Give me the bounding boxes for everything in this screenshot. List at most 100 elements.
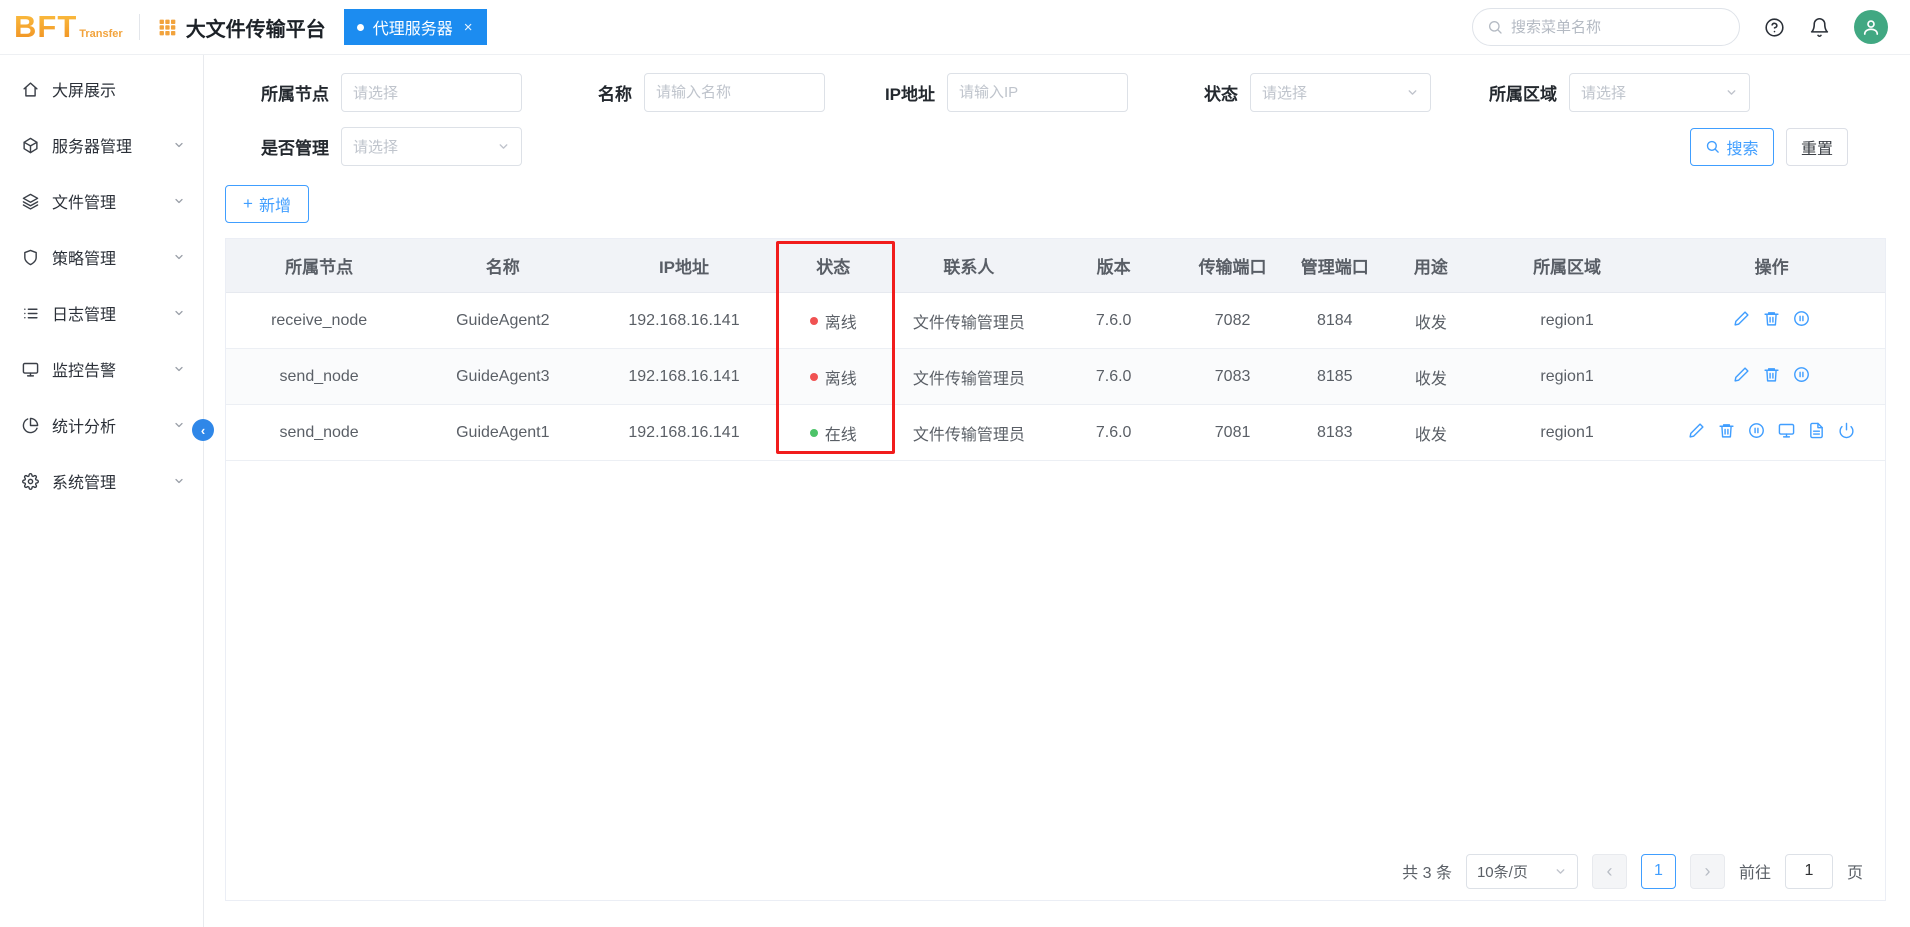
- filter-ip-input[interactable]: [959, 84, 1116, 101]
- top-bar: BFT Transfer 大文件传输平台 代理服务器 ×: [0, 0, 1910, 55]
- filter-ip-field[interactable]: [947, 73, 1128, 112]
- notification-bell-icon[interactable]: [1809, 17, 1830, 38]
- filter-name-field[interactable]: [644, 73, 825, 112]
- chevron-down-icon: [1554, 865, 1567, 878]
- sidebar: 大屏展示 服务器管理 文件管理 策略管理 日志管理 监控告警 统计分析 系统管理…: [0, 55, 214, 927]
- shield-icon: [22, 249, 39, 266]
- sidebar-item-label: 系统管理: [52, 475, 117, 492]
- status-badge: 在线: [824, 426, 857, 444]
- edit-icon[interactable]: [1733, 310, 1750, 327]
- pause-icon[interactable]: [1793, 310, 1810, 327]
- cell-node: receive_node: [226, 292, 413, 349]
- goto-page-input[interactable]: [1784, 853, 1833, 889]
- sidebar-item-dashboard[interactable]: 大屏展示: [0, 61, 203, 117]
- chevron-down-icon: [173, 251, 185, 263]
- delete-icon[interactable]: [1763, 310, 1780, 327]
- filter-node-select[interactable]: 请选择: [341, 73, 522, 112]
- filter-node-label: 所属节点: [261, 85, 329, 104]
- page-size-select[interactable]: 10条/页: [1465, 853, 1578, 889]
- cell-actions: [1658, 404, 1885, 461]
- tab-close-icon[interactable]: ×: [462, 19, 475, 36]
- chevron-right-icon: ›: [1704, 860, 1711, 881]
- delete-icon[interactable]: [1763, 366, 1780, 383]
- power-icon[interactable]: [1838, 422, 1855, 439]
- sidebar-item-policy-management[interactable]: 策略管理: [0, 229, 203, 285]
- current-page-button[interactable]: 1: [1640, 853, 1676, 889]
- col-actions: 操作: [1658, 239, 1885, 293]
- table-row: send_node GuideAgent3 192.168.16.141 离线 …: [226, 348, 1885, 405]
- cell-region: region1: [1475, 404, 1659, 461]
- logo-text: BFT: [14, 9, 78, 44]
- cell-manage-port: 8185: [1283, 348, 1386, 405]
- main-content: 所属节点 请选择 名称 IP地址 状态 请选择: [204, 55, 1910, 927]
- sidebar-item-label: 策略管理: [52, 251, 117, 268]
- cell-contact: 文件传输管理员: [891, 404, 1046, 461]
- col-status: 状态: [774, 239, 892, 293]
- logo-subtext: Transfer: [79, 28, 123, 40]
- plus-icon: +: [243, 194, 253, 213]
- reset-button[interactable]: 重置: [1786, 127, 1848, 166]
- edit-icon[interactable]: [1733, 366, 1750, 383]
- help-icon[interactable]: [1764, 17, 1785, 38]
- col-contact: 联系人: [891, 239, 1046, 293]
- col-name: 名称: [412, 239, 594, 293]
- status-dot-online: [809, 428, 818, 437]
- search-button[interactable]: 搜索: [1690, 127, 1774, 166]
- cell-status: 在线: [774, 404, 892, 461]
- sidebar-collapse-button[interactable]: ‹: [192, 419, 214, 441]
- chevron-down-icon: [173, 475, 185, 487]
- cell-status: 离线: [774, 292, 892, 349]
- col-manage-port: 管理端口: [1283, 239, 1386, 293]
- sidebar-item-log-management[interactable]: 日志管理: [0, 285, 203, 341]
- server-box-icon: [22, 137, 39, 154]
- pause-icon[interactable]: [1793, 366, 1810, 383]
- chevron-down-icon: [173, 195, 185, 207]
- sidebar-item-file-management[interactable]: 文件管理: [0, 173, 203, 229]
- sidebar-item-statistics[interactable]: 统计分析: [0, 397, 203, 453]
- log-file-icon[interactable]: [1808, 422, 1825, 439]
- pause-icon[interactable]: [1748, 422, 1765, 439]
- cell-name: GuideAgent3: [412, 348, 594, 405]
- filter-region-select[interactable]: 请选择: [1569, 73, 1750, 112]
- col-region: 所属区域: [1475, 239, 1659, 293]
- tab-proxy-server[interactable]: 代理服务器 ×: [343, 9, 488, 45]
- sidebar-item-label: 监控告警: [52, 363, 117, 380]
- cell-transfer-port: 7081: [1181, 404, 1284, 461]
- prev-page-button[interactable]: ‹: [1591, 853, 1627, 889]
- cell-version: 7.6.0: [1045, 404, 1182, 461]
- tab-label: 代理服务器: [372, 21, 453, 38]
- next-page-button[interactable]: ›: [1689, 853, 1725, 889]
- sidebar-item-label: 文件管理: [52, 195, 117, 212]
- filter-name-input[interactable]: [656, 84, 813, 101]
- sidebar-item-server-management[interactable]: 服务器管理: [0, 117, 203, 173]
- cell-usage: 收发: [1385, 292, 1476, 349]
- cell-transfer-port: 7082: [1181, 292, 1284, 349]
- cell-node: send_node: [226, 348, 413, 405]
- col-usage: 用途: [1385, 239, 1476, 293]
- add-button[interactable]: + 新增: [225, 185, 309, 223]
- sidebar-item-label: 服务器管理: [52, 139, 133, 156]
- cell-contact: 文件传输管理员: [891, 348, 1046, 405]
- filter-managed-select[interactable]: 请选择: [341, 127, 522, 166]
- pie-chart-icon: [22, 417, 39, 434]
- goto-label: 前往: [1738, 865, 1771, 882]
- col-ip: IP地址: [593, 239, 775, 293]
- sidebar-item-system-management[interactable]: 系统管理: [0, 453, 203, 509]
- menu-search[interactable]: [1472, 8, 1740, 46]
- sidebar-item-monitor-alert[interactable]: 监控告警: [0, 341, 203, 397]
- edit-icon[interactable]: [1688, 422, 1705, 439]
- brand-logo[interactable]: BFT Transfer: [14, 9, 123, 45]
- menu-search-input[interactable]: [1511, 18, 1725, 36]
- sidebar-item-label: 日志管理: [52, 307, 117, 324]
- cell-node: send_node: [226, 404, 413, 461]
- total-count-text: 共 3 条: [1402, 865, 1452, 882]
- sidebar-item-label: 大屏展示: [52, 83, 117, 100]
- filter-status-select[interactable]: 请选择: [1250, 73, 1431, 112]
- user-avatar[interactable]: [1854, 10, 1888, 44]
- cell-region: region1: [1475, 292, 1659, 349]
- cell-version: 7.6.0: [1045, 348, 1182, 405]
- cell-name: GuideAgent2: [412, 292, 594, 349]
- cell-actions: [1658, 292, 1885, 349]
- delete-icon[interactable]: [1718, 422, 1735, 439]
- terminal-monitor-icon[interactable]: [1778, 422, 1795, 439]
